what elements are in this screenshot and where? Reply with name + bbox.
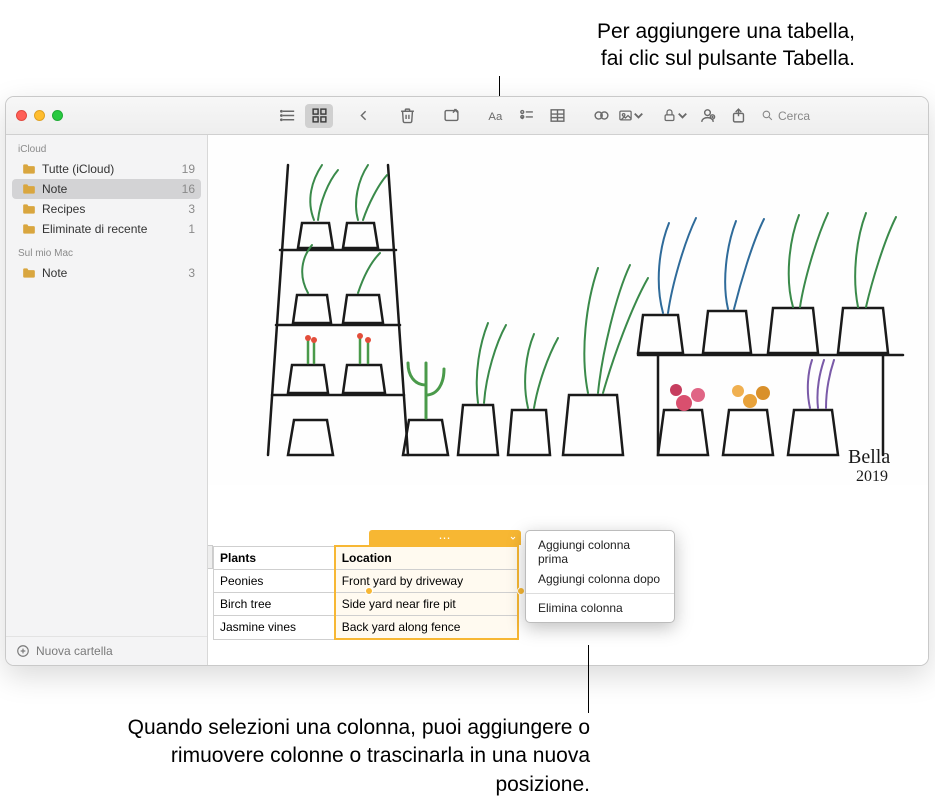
sidebar-item-recipes[interactable]: Recipes 3 xyxy=(6,199,207,219)
sidebar-item-label: Recipes xyxy=(42,202,182,216)
zoom-window-button[interactable] xyxy=(52,110,63,121)
table-cell[interactable]: Back yard along fence xyxy=(335,616,518,640)
folder-icon xyxy=(22,223,36,235)
collaborate-button[interactable] xyxy=(693,104,721,128)
grid-view-button[interactable] xyxy=(305,104,333,128)
menu-separator xyxy=(526,593,674,594)
sidebar-section-local: Sul mio Mac xyxy=(6,239,207,263)
format-button[interactable]: Aa xyxy=(481,104,509,128)
selection-handle[interactable] xyxy=(517,587,525,595)
note-content: Bella 2019 Plants Location Peon xyxy=(208,135,928,665)
sidebar-item-count: 1 xyxy=(188,222,195,236)
folder-icon xyxy=(22,183,36,195)
new-note-button[interactable] xyxy=(437,104,465,128)
signature-name: Bella xyxy=(848,446,890,468)
note-drawing: Bella 2019 xyxy=(208,135,928,485)
search-field[interactable]: Cerca xyxy=(755,109,918,123)
media-button[interactable] xyxy=(618,104,646,128)
table-cell[interactable]: Side yard near fire pit xyxy=(335,593,518,616)
link-button[interactable] xyxy=(587,104,615,128)
lock-button[interactable] xyxy=(662,104,690,128)
menu-delete-column[interactable]: Elimina colonna xyxy=(526,598,674,618)
minimize-window-button[interactable] xyxy=(34,110,45,121)
body: iCloud Tutte (iCloud) 19 Note 16 Recipes… xyxy=(6,135,928,665)
callout-top-line xyxy=(499,76,500,96)
app-window: Aa xyxy=(5,96,929,666)
traffic-lights xyxy=(16,110,63,121)
back-button[interactable] xyxy=(349,104,377,128)
sidebar-item-label: Eliminate di recente xyxy=(42,222,182,236)
folder-icon xyxy=(22,163,36,175)
new-folder-button[interactable]: Nuova cartella xyxy=(6,636,207,665)
table-cell[interactable]: Jasmine vines xyxy=(214,616,335,640)
chevron-down-icon xyxy=(509,534,517,542)
toolbar: Aa xyxy=(274,104,918,128)
sidebar-item-count: 19 xyxy=(182,162,195,176)
folder-icon xyxy=(22,267,36,279)
table-cell[interactable]: Peonies xyxy=(214,570,335,593)
table-header[interactable]: Location xyxy=(335,546,518,570)
share-button[interactable] xyxy=(724,104,752,128)
selection-handle[interactable] xyxy=(365,587,373,595)
titlebar: Aa xyxy=(6,97,928,135)
search-placeholder: Cerca xyxy=(778,109,810,123)
sidebar-item-trash[interactable]: Eliminate di recente 1 xyxy=(6,219,207,239)
search-icon xyxy=(761,109,774,122)
svg-text:Aa: Aa xyxy=(488,111,503,123)
column-context-menu: Aggiungi colonna prima Aggiungi colonna … xyxy=(525,530,675,623)
folder-icon xyxy=(22,203,36,215)
close-window-button[interactable] xyxy=(16,110,27,121)
menu-add-column-after[interactable]: Aggiungi colonna dopo xyxy=(526,569,674,589)
sidebar-item-count: 3 xyxy=(188,202,195,216)
checklist-button[interactable] xyxy=(512,104,540,128)
table-cell[interactable]: Birch tree xyxy=(214,593,335,616)
sidebar-item-all-icloud[interactable]: Tutte (iCloud) 19 xyxy=(6,159,207,179)
sidebar-item-note[interactable]: Note 16 xyxy=(12,179,201,199)
sidebar-item-count: 3 xyxy=(188,266,195,280)
new-folder-label: Nuova cartella xyxy=(36,644,113,658)
callout-top: Per aggiungere una tabella, fai clic sul… xyxy=(597,18,855,73)
signature-year: 2019 xyxy=(856,468,888,485)
table-column-handle[interactable] xyxy=(369,530,521,545)
table-header[interactable]: Plants xyxy=(214,546,335,570)
sidebar-item-count: 16 xyxy=(182,182,195,196)
sidebar-item-label: Note xyxy=(42,266,182,280)
list-view-button[interactable] xyxy=(274,104,302,128)
menu-add-column-before[interactable]: Aggiungi colonna prima xyxy=(526,535,674,569)
callout-bottom: Quando selezioni una colonna, puoi aggiu… xyxy=(100,714,590,799)
sidebar-item-label: Tutte (iCloud) xyxy=(42,162,176,176)
plus-circle-icon xyxy=(16,644,30,658)
delete-button[interactable] xyxy=(393,104,421,128)
table-button[interactable] xyxy=(543,104,571,128)
table-cell[interactable]: Front yard by driveway xyxy=(335,570,518,593)
callout-bottom-line xyxy=(588,645,589,713)
sidebar: iCloud Tutte (iCloud) 19 Note 16 Recipes… xyxy=(6,135,208,665)
table-row-handle[interactable] xyxy=(208,545,213,569)
note-table-area: Plants Location Peonies Front yard by dr… xyxy=(213,545,723,640)
sidebar-item-note-local[interactable]: Note 3 xyxy=(6,263,207,283)
sidebar-item-label: Note xyxy=(42,182,176,196)
sidebar-section-icloud: iCloud xyxy=(6,135,207,159)
